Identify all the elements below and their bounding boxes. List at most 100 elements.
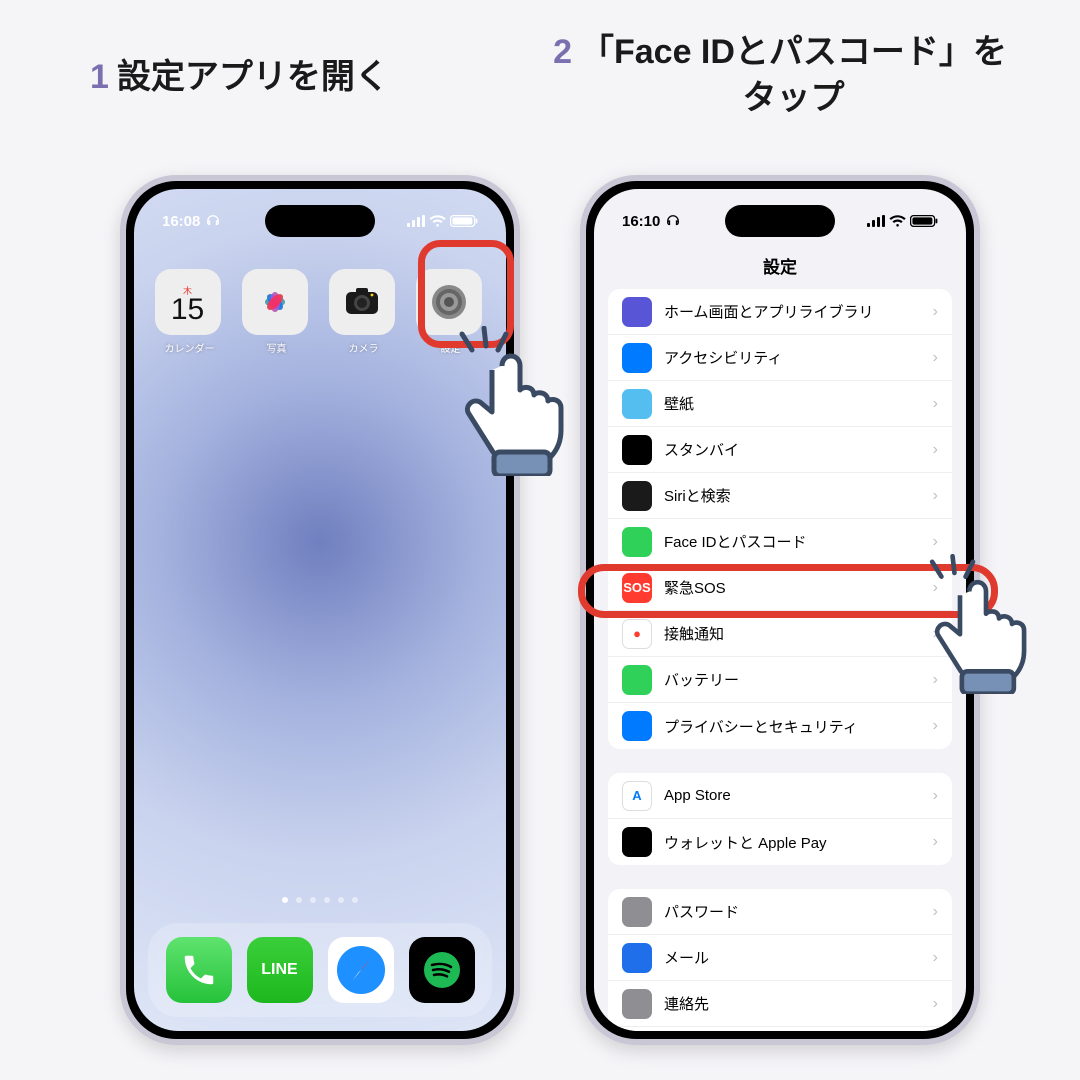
status-time: 16:08 bbox=[162, 213, 200, 230]
line-icon: LINE bbox=[261, 961, 297, 979]
settings-row-label: 接触通知 bbox=[664, 623, 933, 644]
settings-row[interactable]: プライバシーとセキュリティ› bbox=[608, 703, 952, 749]
settings-row-label: ホーム画面とアプリライブラリ bbox=[664, 301, 933, 322]
step-2-caption: 2 「Face IDとパスコード」をタップ bbox=[520, 30, 1040, 122]
chevron-right-icon: › bbox=[933, 995, 938, 1013]
settings-row[interactable]: ● 接触通知› bbox=[608, 611, 952, 657]
settings-row[interactable]: 壁紙› bbox=[608, 381, 952, 427]
phone-2-screen: 16:10 設定 ホーム画面とアプリライブラリ›アクセシビリティ›壁紙›スタンバ… bbox=[594, 189, 966, 1031]
dock-spotify-app[interactable] bbox=[409, 937, 475, 1003]
settings-row[interactable]: ホーム画面とアプリライブラリ› bbox=[608, 289, 952, 335]
chevron-right-icon: › bbox=[933, 717, 938, 735]
chevron-right-icon: › bbox=[933, 833, 938, 851]
settings-row-label: 連絡先 bbox=[664, 993, 933, 1014]
settings-row-icon bbox=[622, 481, 652, 511]
settings-row-label: プライバシーとセキュリティ bbox=[664, 716, 933, 737]
settings-row[interactable]: SOS 緊急SOS› bbox=[608, 565, 952, 611]
settings-row[interactable]: A App Store› bbox=[608, 773, 952, 819]
camera-icon bbox=[340, 280, 384, 324]
settings-row-icon: SOS bbox=[622, 573, 652, 603]
cell-signal-icon bbox=[407, 215, 425, 227]
cell-signal-icon bbox=[867, 215, 885, 227]
settings-row-icon bbox=[622, 897, 652, 927]
chevron-right-icon: › bbox=[933, 303, 938, 321]
settings-row[interactable]: ウォレットと Apple Pay› bbox=[608, 819, 952, 865]
settings-row-label: メール bbox=[664, 947, 933, 968]
settings-row-label: アクセシビリティ bbox=[664, 347, 933, 368]
photos-icon bbox=[253, 280, 297, 324]
settings-row-icon: ● bbox=[622, 619, 652, 649]
settings-row-icon bbox=[622, 297, 652, 327]
chevron-right-icon: › bbox=[933, 349, 938, 367]
settings-row[interactable]: Face IDとパスコード› bbox=[608, 519, 952, 565]
chevron-right-icon: › bbox=[933, 533, 938, 551]
wifi-icon bbox=[429, 215, 446, 227]
chevron-right-icon: › bbox=[933, 903, 938, 921]
settings-row-label: Face IDとパスコード bbox=[664, 531, 933, 552]
step-1-caption: 1 設定アプリを開く bbox=[90, 55, 389, 101]
settings-row-icon bbox=[622, 435, 652, 465]
chevron-right-icon: › bbox=[933, 949, 938, 967]
spotify-icon bbox=[420, 948, 464, 992]
settings-row-label: スタンバイ bbox=[664, 439, 933, 460]
phone-1-screen: 16:08 木 15 カレンダー bbox=[134, 189, 506, 1031]
settings-row[interactable]: バッテリー› bbox=[608, 657, 952, 703]
dock-safari-app[interactable] bbox=[328, 937, 394, 1003]
step-2-text: 「Face IDとパスコード」をタップ bbox=[580, 30, 1007, 122]
battery-icon bbox=[910, 215, 938, 227]
settings-row-icon bbox=[622, 827, 652, 857]
settings-row[interactable]: 連絡先› bbox=[608, 981, 952, 1027]
chevron-right-icon: › bbox=[933, 625, 938, 643]
settings-row-icon bbox=[622, 343, 652, 373]
chevron-right-icon: › bbox=[933, 787, 938, 805]
phone-1-frame: 16:08 木 15 カレンダー bbox=[120, 175, 520, 1045]
phone-2-frame: 16:10 設定 ホーム画面とアプリライブラリ›アクセシビリティ›壁紙›スタンバ… bbox=[580, 175, 980, 1045]
chevron-right-icon: › bbox=[933, 487, 938, 505]
step-1-text: 設定アプリを開く bbox=[117, 55, 389, 101]
chevron-right-icon: › bbox=[933, 671, 938, 689]
battery-icon bbox=[450, 215, 478, 227]
chevron-right-icon: › bbox=[933, 395, 938, 413]
settings-row-icon bbox=[622, 389, 652, 419]
settings-row-icon: A bbox=[622, 781, 652, 811]
settings-row-icon bbox=[622, 665, 652, 695]
app-photos[interactable]: 写真 bbox=[242, 269, 312, 355]
settings-row[interactable]: メール› bbox=[608, 935, 952, 981]
settings-row-label: 壁紙 bbox=[664, 393, 933, 414]
app-camera[interactable]: カメラ bbox=[329, 269, 399, 355]
app-settings[interactable]: 設定 bbox=[416, 269, 486, 355]
dock-line-app[interactable]: LINE bbox=[247, 937, 313, 1003]
app-calendar[interactable]: 木 15 カレンダー bbox=[155, 269, 225, 355]
dynamic-island bbox=[265, 205, 375, 237]
page-indicator[interactable] bbox=[134, 897, 506, 903]
settings-row-label: App Store bbox=[664, 787, 933, 804]
settings-row-label: パスワード bbox=[664, 901, 933, 922]
settings-list[interactable]: ホーム画面とアプリライブラリ›アクセシビリティ›壁紙›スタンバイ›Siriと検索… bbox=[594, 289, 966, 1031]
dock: LINE bbox=[148, 923, 492, 1017]
home-app-row: 木 15 カレンダー bbox=[134, 269, 506, 355]
step-2-number: 2 bbox=[553, 30, 572, 76]
settings-row-icon bbox=[622, 711, 652, 741]
gear-icon bbox=[425, 278, 473, 326]
settings-row-icon bbox=[622, 943, 652, 973]
chevron-right-icon: › bbox=[933, 441, 938, 459]
settings-row[interactable]: カレンダー› bbox=[608, 1027, 952, 1031]
chevron-right-icon: › bbox=[933, 579, 938, 597]
wifi-icon bbox=[889, 215, 906, 227]
settings-row[interactable]: アクセシビリティ› bbox=[608, 335, 952, 381]
settings-row[interactable]: スタンバイ› bbox=[608, 427, 952, 473]
phone-icon bbox=[180, 951, 218, 989]
settings-row-label: ウォレットと Apple Pay bbox=[664, 832, 933, 853]
settings-row-label: バッテリー bbox=[664, 669, 933, 690]
settings-row[interactable]: Siriと検索› bbox=[608, 473, 952, 519]
safari-icon bbox=[333, 942, 389, 998]
settings-title: 設定 bbox=[594, 253, 966, 278]
calendar-date: 15 bbox=[171, 293, 204, 327]
dock-phone-app[interactable] bbox=[166, 937, 232, 1003]
settings-row-icon bbox=[622, 527, 652, 557]
status-time: 16:10 bbox=[622, 213, 660, 230]
headphones-icon bbox=[206, 214, 220, 228]
settings-row-icon bbox=[622, 989, 652, 1019]
settings-row[interactable]: パスワード› bbox=[608, 889, 952, 935]
settings-row-label: 緊急SOS bbox=[664, 577, 933, 598]
